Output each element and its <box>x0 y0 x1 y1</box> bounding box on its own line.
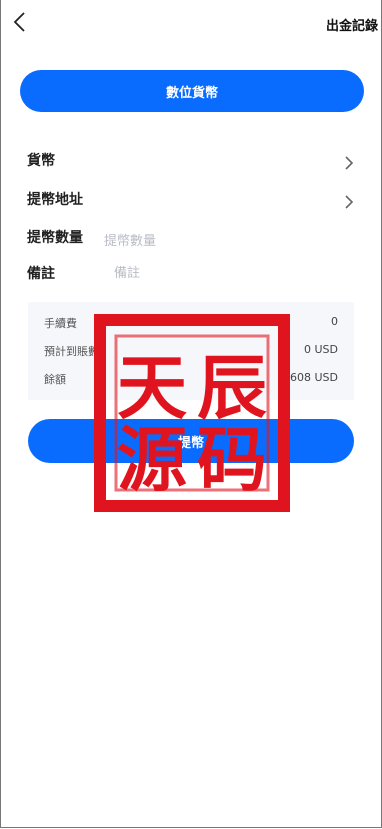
fee-label: 手續費 <box>44 317 77 330</box>
expected-label: 預計到賬數 <box>44 345 99 358</box>
svg-text:码: 码 <box>197 418 267 501</box>
withdraw-records-link[interactable]: 出金記錄 <box>326 15 378 34</box>
expected-value: 0 USD <box>304 343 338 356</box>
currency-label: 貨幣 <box>27 153 55 169</box>
back-button[interactable] <box>12 11 28 33</box>
amount-input[interactable] <box>102 230 306 252</box>
fee-value: 0 <box>331 315 338 328</box>
svg-text:辰: 辰 <box>197 346 267 429</box>
amount-label: 提幣數量 <box>27 230 83 246</box>
svg-text:天: 天 <box>117 346 187 429</box>
watermark-stamp: 天 辰 源 码 <box>94 314 290 512</box>
balance-label: 餘額 <box>44 373 66 386</box>
svg-text:源: 源 <box>117 418 187 501</box>
chevron-right-icon <box>345 156 354 170</box>
address-label: 提幣地址 <box>27 192 83 208</box>
note-input[interactable] <box>112 262 316 284</box>
currency-selector[interactable] <box>344 155 354 171</box>
digital-currency-button[interactable]: 數位貨幣 <box>20 70 364 112</box>
chevron-left-icon <box>13 12 25 32</box>
note-label: 備註 <box>27 266 55 282</box>
balance-value: 608 USD <box>290 371 338 384</box>
address-selector[interactable] <box>344 194 354 210</box>
chevron-right-icon <box>345 195 354 209</box>
